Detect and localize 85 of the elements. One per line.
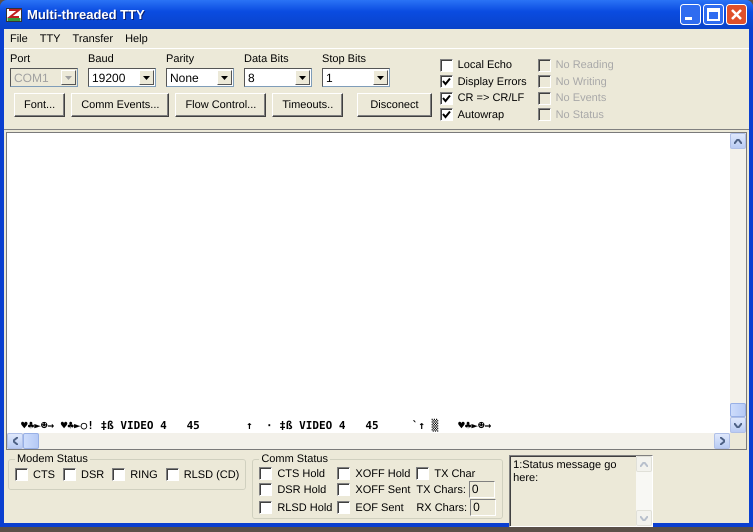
- checkbox-label: RLSD Hold: [277, 502, 332, 514]
- checkbox-label: EOF Sent: [355, 502, 404, 514]
- checkbox-label: No Events: [556, 92, 606, 104]
- dropdown[interactable]: 8: [244, 68, 312, 87]
- checkbox[interactable]: [337, 467, 350, 480]
- checkbox[interactable]: [63, 468, 76, 481]
- dropdown-arrow-icon: [299, 76, 306, 80]
- chevron-up-icon: [640, 462, 648, 466]
- checkbox[interactable]: [337, 483, 350, 496]
- checkbox[interactable]: [166, 468, 179, 481]
- menu-item[interactable]: Transfer: [72, 32, 114, 44]
- field-label: Parity: [166, 53, 196, 66]
- push-button[interactable]: Comm Events...: [71, 93, 170, 117]
- field-label: Data Bits: [244, 53, 290, 66]
- terminal-text: ♥♣►☻→ ♥♣►○! ‡ß VIDEO 4 45 ↑ · ‡ß VIDEO 4 45 `↑ ▒ ♥♣►☻→: [21, 419, 492, 432]
- dropdown-arrow-icon: [65, 76, 72, 80]
- checkbox[interactable]: [15, 468, 28, 481]
- field-label: Baud: [88, 53, 115, 66]
- checkbox[interactable]: [440, 92, 453, 105]
- checkbox[interactable]: [440, 75, 453, 88]
- scroll-down-button[interactable]: [730, 417, 746, 433]
- checkbox-label: RING: [130, 468, 158, 480]
- checkbox-label: CTS Hold: [277, 468, 326, 480]
- checkbox-label: RLSD (CD): [184, 468, 240, 480]
- maximize-button[interactable]: [703, 4, 724, 25]
- checkbox-label: CR => CR/LF: [458, 92, 524, 104]
- menu-item[interactable]: Help: [125, 32, 148, 44]
- checkbox-label: XOFF Hold: [355, 468, 410, 480]
- push-button[interactable]: Disconect: [357, 93, 432, 117]
- count-field[interactable]: 0: [468, 481, 495, 498]
- checkbox-label: DSR: [81, 468, 104, 480]
- checkbox-label: Autowrap: [458, 108, 504, 121]
- dropdown-arrow-icon: [221, 76, 228, 80]
- dropdown[interactable]: None: [166, 68, 234, 87]
- chevron-down-icon: [640, 516, 648, 520]
- checkbox-label: TX Char: [434, 468, 476, 480]
- checkbox-label: XOFF Sent: [355, 484, 410, 496]
- field-label: TX Chars:: [416, 484, 466, 496]
- dropdown[interactable]: 1: [322, 68, 390, 87]
- push-button[interactable]: Timeouts..: [272, 93, 344, 117]
- field-label: Stop Bits: [322, 53, 368, 66]
- minimize-button[interactable]: [680, 4, 701, 25]
- group-title: Comm Status: [260, 453, 329, 465]
- dropdown[interactable]: 19200: [88, 68, 156, 87]
- dropdown-arrow-icon: [143, 76, 150, 80]
- scroll-right-button[interactable]: [714, 433, 730, 449]
- chevron-right-icon: [720, 437, 724, 445]
- checkbox[interactable]: [337, 501, 350, 514]
- checkbox[interactable]: [440, 58, 453, 72]
- scrollbar-corner: [730, 433, 746, 449]
- checkbox[interactable]: [259, 501, 272, 514]
- group-title: Modem Status: [16, 453, 89, 465]
- chevron-left-icon: [12, 437, 18, 445]
- terminal-icon: [6, 6, 22, 22]
- chevron-up-icon: [734, 138, 742, 144]
- field-label: Port: [10, 53, 32, 66]
- checkbox[interactable]: [440, 108, 453, 122]
- checkbox-label: CTS: [33, 468, 55, 480]
- checkbox[interactable]: [259, 467, 272, 480]
- window-title: Multi-threaded TTY: [27, 7, 146, 22]
- horizontal-scrollbar[interactable]: [7, 433, 746, 449]
- checkbox[interactable]: [112, 468, 126, 481]
- close-button[interactable]: [726, 4, 747, 25]
- dropdown-arrow-icon: [377, 76, 384, 80]
- push-button[interactable]: Font...: [14, 93, 66, 117]
- checkbox-label: Local Echo: [458, 59, 512, 72]
- checkbox-label: No Status: [556, 108, 604, 121]
- count-field[interactable]: 0: [470, 499, 496, 516]
- field-label: RX Chars:: [416, 502, 468, 514]
- vertical-scrollbar[interactable]: [730, 133, 746, 433]
- checkbox[interactable]: [416, 467, 430, 480]
- checkbox-label: No Reading: [556, 59, 614, 72]
- scroll-thumb[interactable]: [23, 433, 39, 449]
- checkbox-label: No Writing: [556, 76, 607, 88]
- push-button[interactable]: Flow Control...: [175, 93, 266, 117]
- checkbox-label: Display Errors: [458, 76, 527, 88]
- chevron-down-icon: [734, 422, 742, 428]
- menu-item[interactable]: File: [10, 32, 28, 44]
- status-message: 1:Status message go here:: [512, 458, 618, 486]
- scroll-up-button[interactable]: [730, 133, 746, 149]
- scroll-thumb[interactable]: [730, 403, 746, 417]
- menu-item[interactable]: TTY: [40, 32, 61, 44]
- checkbox-label: DSR Hold: [277, 484, 326, 496]
- checkbox[interactable]: [259, 483, 272, 496]
- scroll-left-button[interactable]: [7, 433, 23, 449]
